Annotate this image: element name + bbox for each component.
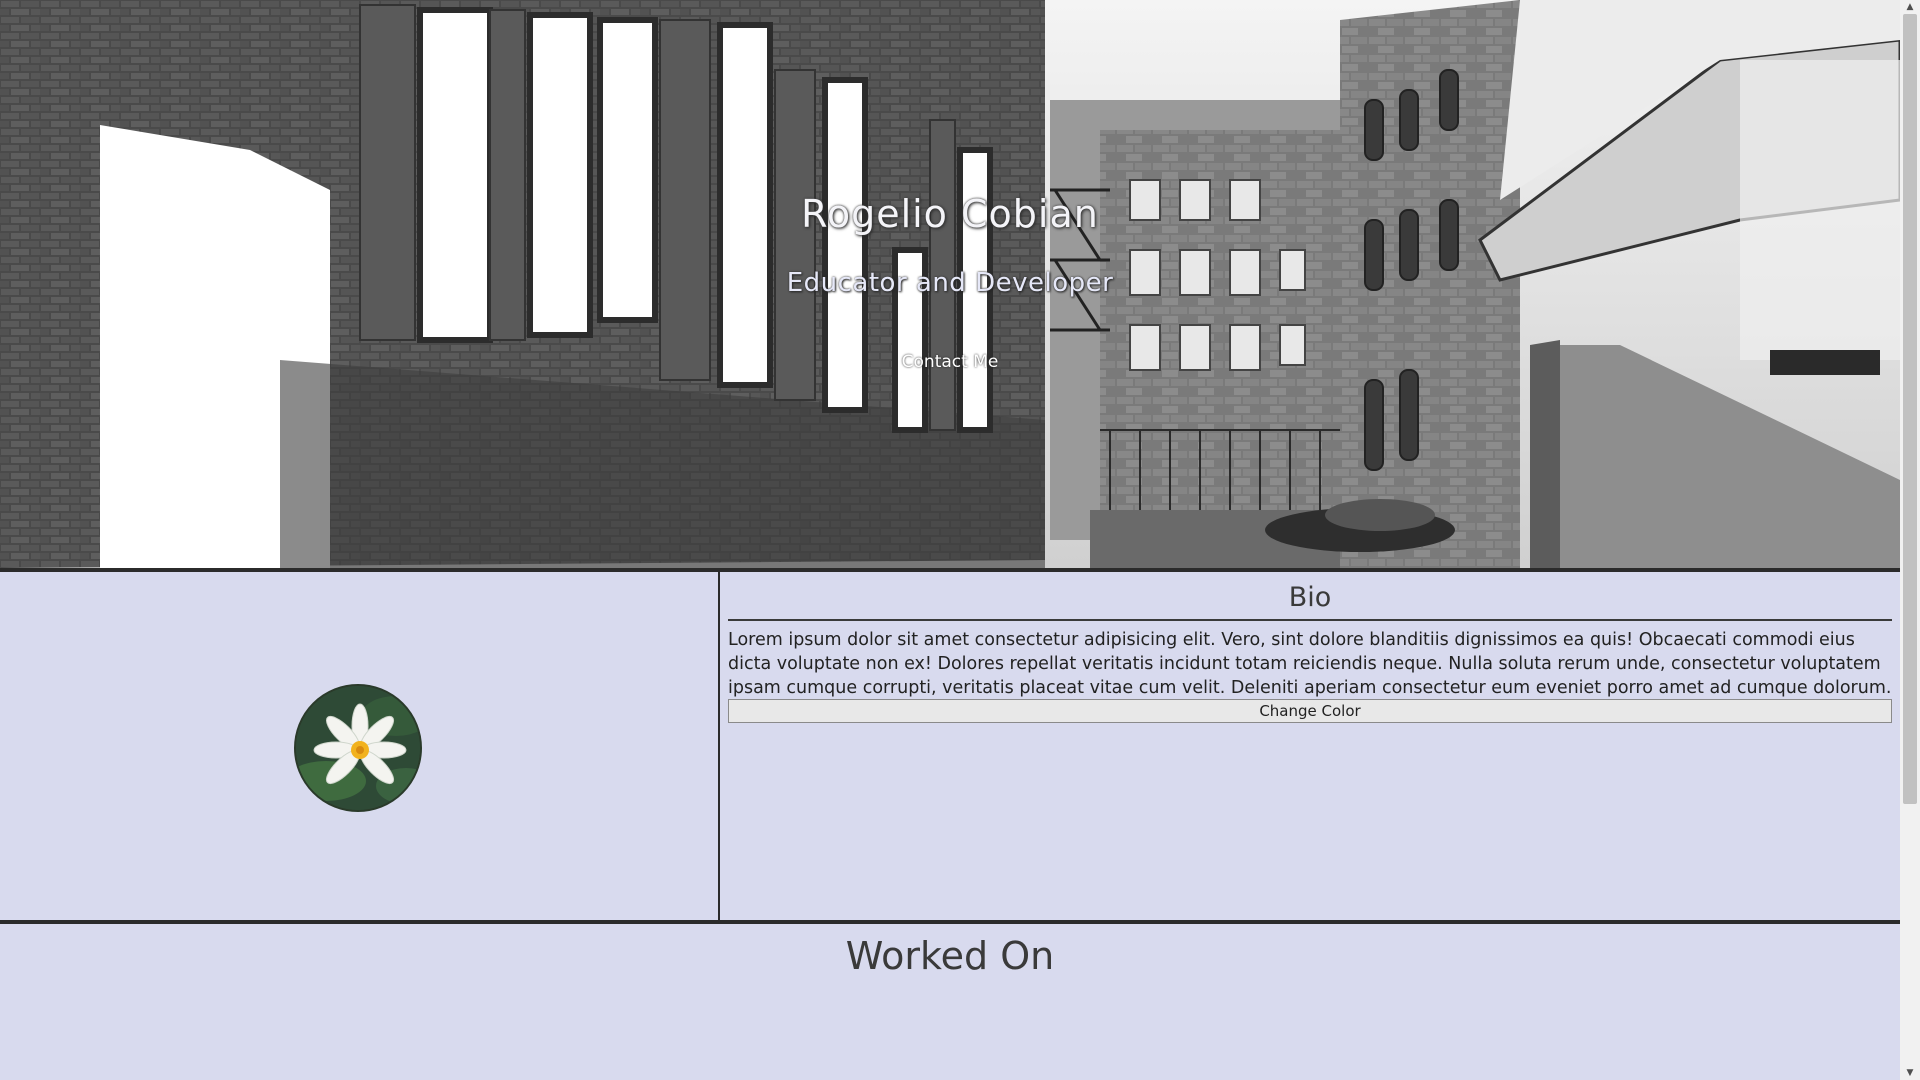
hero-text-overlay: Rogelio Cobian Educator and Developer Co… [0,0,1900,568]
hero-title: Rogelio Cobian [801,192,1099,236]
worked-on-heading: Worked On [845,934,1055,978]
change-color-button[interactable]: Change Color [728,699,1892,723]
avatar [294,684,422,812]
vertical-scrollbar[interactable]: ▲ ▼ [1900,0,1920,1080]
hero-banner: Rogelio Cobian Educator and Developer Co… [0,0,1900,568]
scroll-up-arrow-icon[interactable]: ▲ [1900,0,1920,14]
bio-section: Bio Lorem ipsum dolor sit amet consectet… [0,568,1900,920]
worked-on-section: Worked On [0,920,1900,1080]
contact-me-link[interactable]: Contact Me [890,352,1010,372]
bio-content-column: Bio Lorem ipsum dolor sit amet consectet… [722,572,1900,920]
bio-heading: Bio [728,582,1892,621]
scrollbar-thumb[interactable] [1903,14,1917,804]
bio-image-column [0,572,720,920]
scroll-down-arrow-icon[interactable]: ▼ [1900,1066,1920,1080]
page: Rogelio Cobian Educator and Developer Co… [0,0,1920,1080]
bio-paragraph: Lorem ipsum dolor sit amet consectetur a… [728,630,1892,698]
hero-subtitle: Educator and Developer [786,268,1114,298]
water-lily-image [296,686,420,810]
